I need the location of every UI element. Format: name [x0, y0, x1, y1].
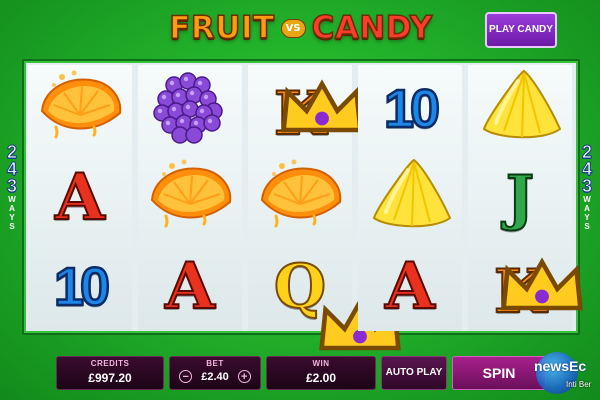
symbol-text: 10 [383, 78, 442, 141]
bet-increase-button[interactable]: + [237, 370, 251, 383]
bet-decrease-button[interactable]: − [179, 370, 193, 383]
yellow-candy-icon [474, 65, 566, 153]
ways-digit: 3 [581, 176, 592, 196]
credits-label: CREDITS [90, 359, 130, 368]
credits-panel: CREDITS £997.20 [56, 356, 164, 390]
bet-value: £2.40 [201, 370, 229, 383]
ways-indicator-left: 2 4 3 W A Y S [2, 143, 22, 232]
ways-letter: A [584, 204, 590, 213]
symbol-text: A [164, 248, 216, 324]
card-10-symbol: 10 [32, 245, 128, 329]
card-k-symbol: K [252, 67, 363, 151]
card-a-symbol: A [142, 245, 238, 329]
card-a-symbol: A [362, 245, 458, 329]
win-value: £2.00 [305, 371, 337, 385]
purple-berry-symbol [142, 67, 238, 151]
auto-play-button[interactable]: AUTO PLAY [381, 356, 447, 390]
game-logo: FRUIT VS CANDY [158, 6, 444, 50]
ways-letter: S [584, 222, 590, 231]
ways-letter: S [9, 222, 15, 231]
watermark-text: newsEc [534, 358, 587, 374]
logo-word-fruit: FRUIT [168, 9, 275, 46]
ways-indicator-right: 2 4 3 W A Y S [577, 143, 597, 232]
orange-slice-symbol [252, 156, 348, 240]
bet-panel: BET − £2.40 + [169, 356, 261, 390]
ways-letter: W [583, 195, 591, 204]
ways-letter: A [9, 204, 15, 213]
reel-5: J K [468, 65, 583, 331]
purple-berry-icon [144, 65, 236, 153]
symbol-text: 10 [53, 255, 112, 318]
reel-frame: A10 A K [22, 59, 583, 350]
reel-3: K Q [248, 65, 401, 350]
card-10-symbol: 10 [362, 67, 458, 151]
watermark-logo: newsEc Inti Ber [534, 350, 600, 400]
ways-digit: 3 [6, 176, 17, 196]
watermark-subtext: Inti Ber [566, 380, 592, 389]
card-q-symbol: Q [252, 245, 401, 350]
symbol-text: A [54, 159, 106, 235]
orange-slice-symbol [32, 67, 128, 151]
card-a-symbol: A [32, 156, 128, 240]
crown-icon [276, 65, 368, 153]
ways-letter: Y [584, 213, 590, 222]
card-j-symbol: J [472, 156, 568, 240]
spin-button[interactable]: SPIN [452, 356, 546, 390]
ways-letter: Y [9, 213, 15, 222]
reel-2: A [138, 65, 242, 331]
symbol-text: A [384, 248, 436, 324]
win-label: WIN [312, 359, 330, 368]
orange-slice-icon [34, 65, 126, 153]
yellow-candy-icon [364, 154, 456, 242]
reel-1: A 10 [28, 65, 132, 331]
credits-value: £997.20 [88, 371, 132, 385]
reel-4: 10 A [358, 65, 462, 331]
symbol-text: J [505, 162, 535, 233]
win-panel: WIN £2.00 [266, 356, 376, 390]
card-k-symbol: K [472, 245, 583, 329]
orange-slice-icon [144, 154, 236, 242]
logo-vs-badge: VS [280, 18, 306, 38]
logo-word-candy: CANDY [311, 9, 433, 46]
orange-slice-symbol [142, 156, 238, 240]
orange-slice-icon [254, 154, 346, 242]
bet-label: BET [206, 359, 224, 368]
yellow-candy-symbol [362, 156, 458, 240]
crown-icon [496, 243, 588, 331]
play-candy-button[interactable]: PLAY CANDY [485, 12, 557, 48]
yellow-candy-symbol [472, 67, 568, 151]
ways-letter: W [8, 195, 16, 204]
